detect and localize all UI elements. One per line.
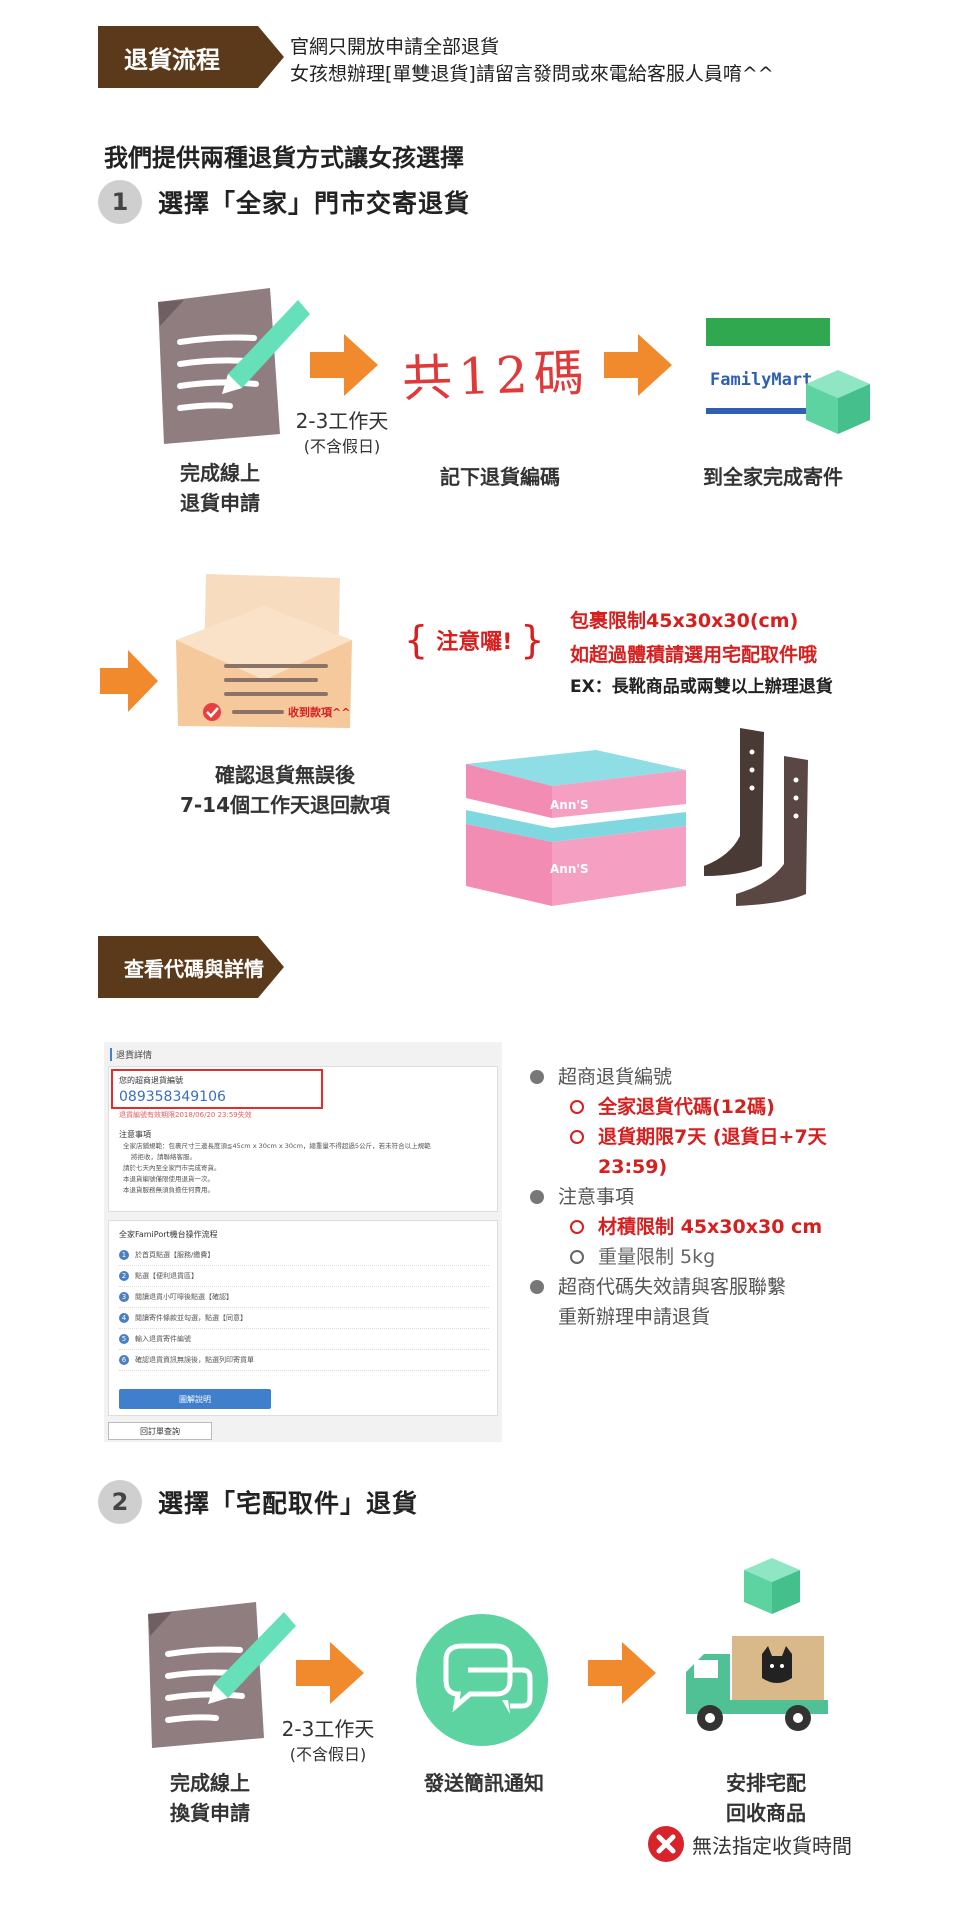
oversize-line: 如超過體積請選用宅配取件哦 <box>570 644 818 666</box>
famiport-step: 4 閱讀寄件條款並勾選，點選【同意】 <box>119 1308 489 1329</box>
step1-title: 選擇「全家」門市交寄退貨 <box>158 189 471 218</box>
caption-refund: 確認退貨無誤後 7-14個工作天退回款項 <box>150 760 420 820</box>
return-details-screenshot: 退貨詳情 您的超商退貨編號 089358349106 退貨編號有效期限2018/… <box>104 1042 502 1442</box>
code-value[interactable]: 089358349106 <box>119 1089 226 1105</box>
days-sub-label: (不含假日) <box>303 437 381 456</box>
caption-apply-line-2: 退貨申請 <box>180 491 260 515</box>
step2-heading: 2 選擇「宅配取件」退貨 <box>98 1480 418 1524</box>
days-label: 2-3工作天 <box>295 409 389 433</box>
twelve-digit-note: 共12碼 <box>401 343 591 409</box>
details-tag: 查看代碼與詳情 <box>98 936 284 998</box>
famiport-title: 全家FamiPort機台操作流程 <box>119 1230 218 1239</box>
chat-bubble-icon <box>412 1610 552 1754</box>
arrow-right-icon <box>296 1638 366 1712</box>
caption-refund-line-2: 7-14個工作天退回款項 <box>179 793 391 817</box>
note-item: 本退貨編號僅限使用退貨一次。 <box>123 1175 214 1183</box>
days-label: 2-3工作天 <box>281 1717 375 1741</box>
details-bullet-list: 超商退貨編號 全家退貨代碼(12碼) 退貨期限7天 (退貨日+7天 23:59)… <box>530 1062 920 1332</box>
attention-notes: 包裹限制45x30x30(cm) 如超過體積請選用宅配取件哦 EX：長靴商品或兩… <box>570 604 833 697</box>
bullet-item: 超商退貨編號 <box>530 1062 920 1092</box>
caption-apply-line-1: 完成線上 <box>180 461 260 485</box>
famiport-card: 全家FamiPort機台操作流程 1 於首頁點選【服務/繳費】 2 點選【便利退貨區… <box>108 1220 498 1416</box>
code-deadline: 退貨編號有效期限2018/06/20 23:59失效 <box>119 1111 252 1119</box>
bullet-item: 注意事項 <box>530 1182 920 1212</box>
refund-received-stamp: 收到款項^^ <box>288 706 351 719</box>
caption-pickup-line-1: 安排宅配 <box>726 1771 806 1795</box>
intro-line-1: 官網只開放申請全部退貨 <box>290 36 500 58</box>
bullet-continuation: 重新辦理申請退貨 <box>558 1306 711 1328</box>
return-process-tag: 退貨流程 <box>98 26 284 88</box>
caption-pickup-line-2: 回收商品 <box>726 1801 806 1825</box>
example-line: EX：長靴商品或兩雙以上辦理退貨 <box>570 677 833 697</box>
caption-refund-line-1: 確認退貨無誤後 <box>215 763 355 787</box>
attention-label: { 注意囉! } <box>404 618 545 662</box>
intro-text: 官網只開放申請全部退貨 女孩想辦理[單雙退貨]請留言發問或來電給客服人員唷^^ <box>290 34 774 88</box>
no-time-warning: 無法指定收貨時間 <box>692 1834 852 1858</box>
step2-title: 選擇「宅配取件」退貨 <box>158 1489 419 1518</box>
step1-number: 1 <box>98 180 142 224</box>
box-brand-top: Ann'S <box>550 798 589 812</box>
notes-title: 注意事項 <box>119 1130 151 1139</box>
sub-bullet-item: 退貨期限7天 (退貨日+7天 <box>530 1122 920 1152</box>
note-item: 全家店鋪規範：包裹尺寸三邊長度須≦45cm x 30cm x 30cm，總重量不… <box>123 1142 431 1150</box>
arrow-right-icon <box>588 1638 658 1712</box>
note-item: 請於七天內至全家門市完成寄貨。 <box>123 1164 221 1172</box>
arrow-right-icon <box>100 646 160 720</box>
famiport-step: 6 確認退貨資訊無誤後，點選列印寄貨單 <box>119 1350 489 1371</box>
famiport-step: 2 點選【便利退貨區】 <box>119 1266 489 1287</box>
illustrate-button[interactable]: 圖解說明 <box>119 1389 271 1409</box>
familymart-green-bar <box>706 318 830 346</box>
caption-apply-exchange: 完成線上 換貨申請 <box>140 1768 280 1828</box>
boots-icon <box>700 726 840 920</box>
parcel-box-icon <box>800 364 872 440</box>
caption-pickup: 安排宅配 回收商品 <box>706 1768 826 1828</box>
back-to-orders-button[interactable]: 回訂單查詢 <box>108 1422 212 1440</box>
caption-apply-line-1: 完成線上 <box>170 1771 250 1795</box>
tag-label: 退貨流程 <box>124 45 220 74</box>
arrow-right-icon <box>604 330 674 404</box>
note-item: 本退貨服務無須負擔任何費用。 <box>123 1186 214 1194</box>
sub-bullet-item: 材積限制 45x30x30 cm <box>530 1212 920 1242</box>
caption-send: 到全家完成寄件 <box>703 465 843 489</box>
attention-text: 注意囉! <box>436 630 513 655</box>
sub-bullet-item: 全家退貨代碼(12碼) <box>530 1092 920 1122</box>
step1-days: 2-3工作天 (不含假日) <box>282 408 402 460</box>
intro-line-2: 女孩想辦理[單雙退貨]請留言發問或來電給客服人員唷^^ <box>290 63 774 85</box>
famiport-step: 5 輸入退貨寄件編號 <box>119 1329 489 1350</box>
notes-list: 全家店鋪規範：包裹尺寸三邊長度須≦45cm x 30cm x 30cm，總重量不… <box>123 1141 483 1196</box>
tag-label: 查看代碼與詳情 <box>124 956 264 981</box>
sub-bullet-item: 重量限制 5kg <box>530 1242 920 1272</box>
days-sub-label: (不含假日) <box>289 1745 367 1764</box>
famiport-step: 3 閱讀退貨小叮嚀後點選【確認】 <box>119 1287 489 1308</box>
sub-bullet-continuation: 23:59) <box>598 1156 668 1178</box>
cross-icon <box>648 1826 684 1862</box>
step2-days: 2-3工作天 (不含假日) <box>268 1716 388 1768</box>
lead-heading: 我們提供兩種退貨方式讓女孩選擇 <box>104 144 464 172</box>
caption-code: 記下退貨編碼 <box>440 465 560 489</box>
caption-apply-line-2: 換貨申請 <box>170 1801 250 1825</box>
familymart-blue-bar <box>706 408 806 414</box>
step1-heading: 1 選擇「全家」門市交寄退貨 <box>98 180 470 224</box>
arrow-right-icon <box>310 330 380 404</box>
famiport-step: 1 於首頁點選【服務/繳費】 <box>119 1245 489 1266</box>
shoe-boxes-icon <box>466 748 686 912</box>
code-label: 您的超商退貨編號 <box>119 1076 183 1085</box>
step2-number: 2 <box>98 1480 142 1524</box>
caption-sms: 發送簡訊通知 <box>424 1771 544 1795</box>
box-brand-bottom: Ann'S <box>550 862 589 876</box>
code-card: 您的超商退貨編號 089358349106 退貨編號有效期限2018/06/20… <box>108 1066 498 1212</box>
panel-title: 退貨詳情 <box>110 1048 152 1061</box>
package-limit-line: 包裹限制45x30x30(cm) <box>570 610 799 632</box>
note-item: 將拒收，請聯絡客服。 <box>131 1153 196 1161</box>
famiport-steps: 1 於首頁點選【服務/繳費】 2 點選【便利退貨區】 3 閱讀退貨小叮嚀後點選【確認】… <box>119 1245 489 1371</box>
delivery-truck-icon <box>682 1554 832 1748</box>
caption-apply: 完成線上 退貨申請 <box>150 458 290 518</box>
bullet-item: 超商代碼失效請與客服聯繫 <box>530 1272 920 1302</box>
familymart-logo: FamilyMart <box>710 370 813 390</box>
